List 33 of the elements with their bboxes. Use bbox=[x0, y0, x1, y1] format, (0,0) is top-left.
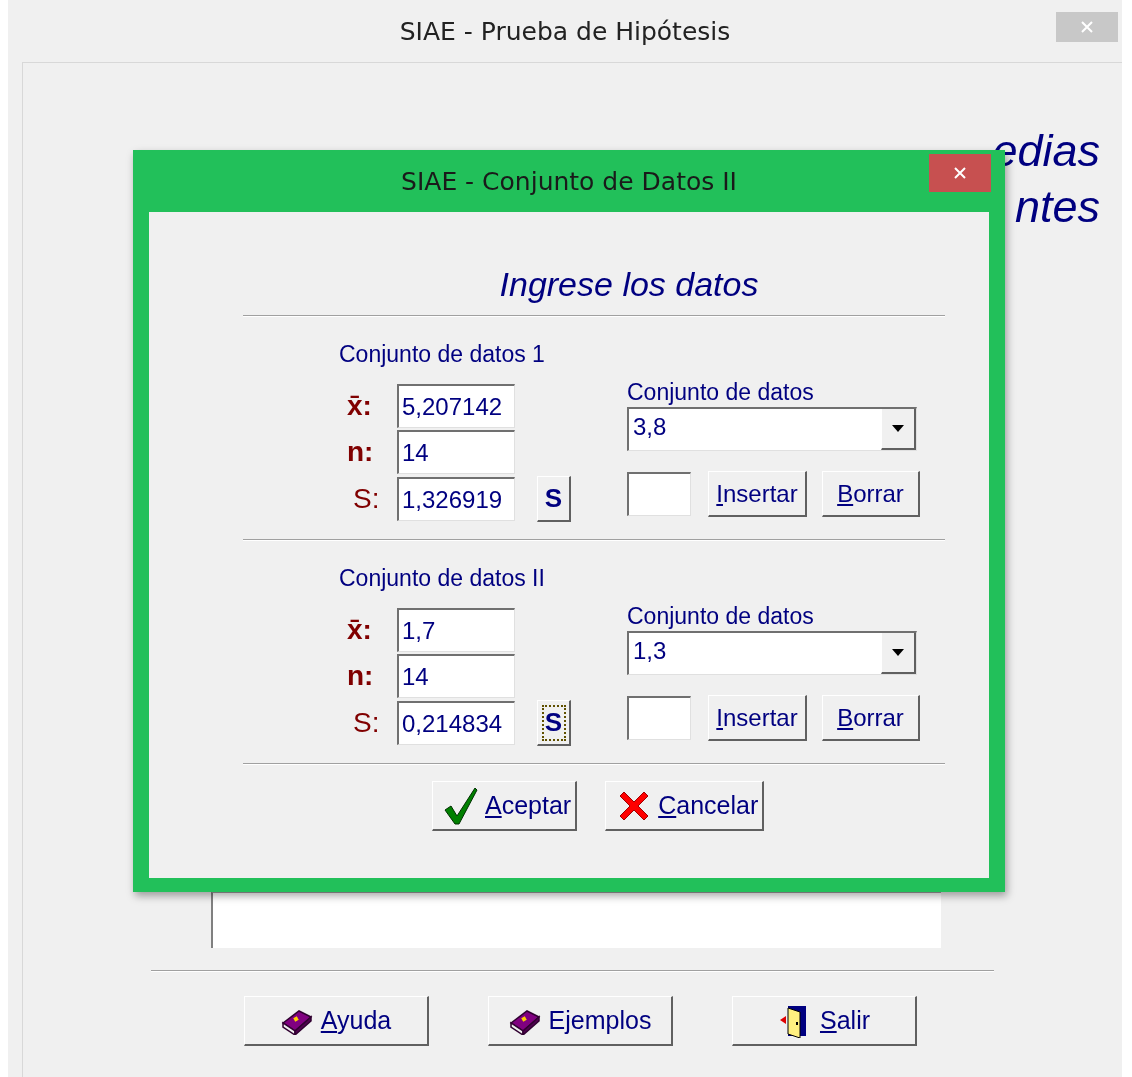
s-button[interactable]: S bbox=[537, 476, 571, 522]
delete-button[interactable]: Borrar bbox=[822, 695, 920, 741]
group-label: Conjunto de datos II bbox=[339, 564, 546, 593]
n-field[interactable]: 14 bbox=[397, 654, 515, 698]
cancel-button[interactable]: Cancelar bbox=[605, 781, 765, 831]
mean-field[interactable]: 5,207142 bbox=[397, 384, 515, 428]
mean-label: x̄: bbox=[347, 390, 373, 422]
s-label: S: bbox=[352, 707, 381, 739]
mean-label: x̄: bbox=[347, 614, 373, 646]
insert-button[interactable]: Insertar bbox=[708, 471, 807, 517]
s-label: S: bbox=[352, 483, 381, 515]
n-label: n: bbox=[347, 436, 375, 468]
group-label: Conjunto de datos 1 bbox=[339, 340, 546, 369]
s-field[interactable]: 0,214834 bbox=[397, 701, 515, 745]
window-title: SIAE - Prueba de Hipótesis bbox=[399, 16, 731, 46]
n-field[interactable]: 14 bbox=[397, 430, 515, 474]
s-button[interactable]: S bbox=[537, 700, 571, 746]
heading-text: ntes bbox=[1014, 180, 1100, 234]
accept-button[interactable]: Aceptar bbox=[432, 781, 578, 831]
data-dropdown[interactable]: 1,3 bbox=[627, 631, 917, 675]
list-label: Conjunto de datos bbox=[627, 378, 815, 407]
dialog-title: SIAE - Conjunto de Datos II bbox=[401, 166, 737, 196]
n-label: n: bbox=[347, 660, 375, 692]
insert-button[interactable]: Insertar bbox=[708, 695, 807, 741]
s-field[interactable]: 1,326919 bbox=[397, 477, 515, 521]
delete-button[interactable]: Borrar bbox=[822, 471, 920, 517]
dialog-heading: Ingrese los datos bbox=[499, 265, 759, 304]
action-button[interactable]: Ejemplos bbox=[488, 996, 673, 1046]
list-label: Conjunto de datos bbox=[627, 602, 815, 631]
action-button[interactable]: Salir bbox=[732, 996, 917, 1046]
mean-field[interactable]: 1,7 bbox=[397, 608, 515, 652]
data-dropdown[interactable]: 3,8 bbox=[627, 407, 917, 451]
action-button[interactable]: Ayuda bbox=[244, 996, 429, 1046]
